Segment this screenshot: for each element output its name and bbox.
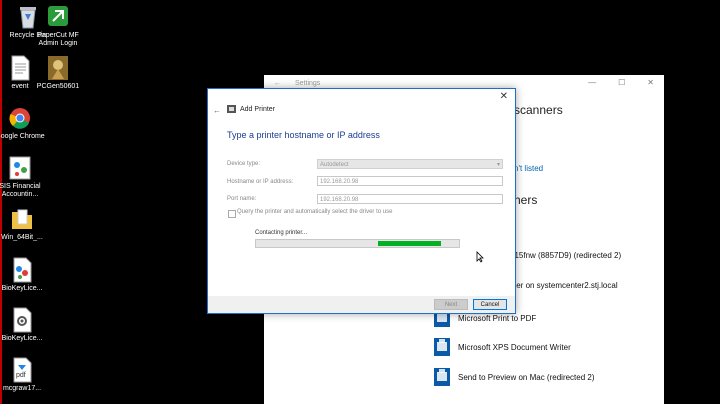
status-text: Contacting printer... bbox=[255, 230, 308, 236]
close-icon[interactable]: ✕ bbox=[647, 78, 654, 87]
query-printer-checkbox[interactable] bbox=[228, 210, 236, 218]
mouse-cursor-icon bbox=[476, 251, 484, 265]
desktop-icon-papercut[interactable]: PaperCut MF Admin Login bbox=[30, 4, 86, 48]
progress-bar bbox=[255, 239, 460, 248]
device-type-value: Autodetect bbox=[320, 162, 349, 168]
maximize-icon[interactable]: ☐ bbox=[618, 78, 625, 87]
dialog-header: Add Printer bbox=[227, 105, 275, 113]
printer-name: Send to Preview on Mac (redirected 2) bbox=[458, 372, 595, 382]
cancel-button[interactable]: Cancel bbox=[473, 299, 507, 310]
printer-name: Microsoft Print to PDF bbox=[458, 313, 537, 323]
printer-icon bbox=[227, 105, 236, 113]
desktop-icon-label: mcgraw17... bbox=[2, 385, 42, 392]
heading-printers-scanners: scanners bbox=[514, 103, 563, 117]
progress-fill bbox=[377, 241, 441, 246]
printer-icon bbox=[434, 338, 450, 356]
window-controls: — ☐ ✕ bbox=[588, 78, 654, 87]
port-name-input[interactable]: 192.168.20.98 bbox=[317, 194, 503, 204]
printer-name: 415fnw (8857D9) (redirected 2) bbox=[510, 251, 622, 260]
text-file-icon bbox=[8, 55, 32, 81]
close-icon[interactable]: ✕ bbox=[500, 91, 508, 102]
heading-printers: hers bbox=[514, 193, 538, 207]
printer-item[interactable]: pier on systemcenter2.stj.local bbox=[510, 281, 618, 290]
device-type-select[interactable]: Autodetect ▾ bbox=[317, 159, 503, 169]
desktop-icon-sis[interactable]: SIS Financial Accountin... bbox=[0, 155, 48, 199]
desktop-icon-label: BioKeyLice... bbox=[1, 335, 43, 342]
desktop-icon-label: PaperCut MF Admin Login bbox=[37, 32, 79, 47]
query-printer-label: Query the printer and automatically sele… bbox=[237, 209, 393, 215]
svg-text:pdf: pdf bbox=[16, 372, 26, 379]
device-type-label: Device type: bbox=[227, 161, 261, 167]
dialog-title: Add Printer bbox=[240, 105, 276, 113]
minimize-icon[interactable]: — bbox=[588, 78, 596, 87]
next-button[interactable]: Next bbox=[434, 299, 468, 310]
add-printer-dialog: ✕ ← Add Printer Type a printer hostname … bbox=[207, 88, 516, 314]
pcgen-icon bbox=[46, 55, 70, 81]
settings-title: Settings bbox=[295, 79, 321, 87]
biokey-icon bbox=[10, 257, 34, 283]
chevron-down-icon: ▾ bbox=[496, 162, 500, 168]
desktop-icon-mcgraw[interactable]: pdf mcgraw17... bbox=[0, 357, 50, 393]
printer-name: pier on systemcenter2.stj.local bbox=[510, 281, 618, 290]
papercut-icon bbox=[46, 4, 70, 30]
back-arrow-icon[interactable]: ← bbox=[274, 80, 281, 87]
printer-icon bbox=[434, 368, 450, 386]
port-name-label: Port name: bbox=[227, 196, 257, 202]
dialog-heading: Type a printer hostname or IP address bbox=[227, 130, 380, 140]
folder-icon bbox=[10, 206, 34, 232]
printer-item[interactable]: 415fnw (8857D9) (redirected 2) bbox=[510, 251, 621, 260]
chrome-icon bbox=[8, 105, 32, 131]
back-arrow-icon[interactable]: ← bbox=[213, 106, 221, 115]
hostname-label: Hostname or IP address: bbox=[227, 179, 294, 185]
desktop-icon-win64[interactable]: Win_64Bit_... bbox=[0, 206, 50, 242]
desktop-icon-chrome[interactable]: Google Chrome bbox=[0, 105, 48, 141]
desktop-icon-label: Win_64Bit_... bbox=[1, 234, 43, 241]
desktop-icon-label: SIS Financial Accountin... bbox=[0, 183, 41, 198]
dialog-footer bbox=[208, 296, 515, 313]
sis-icon bbox=[8, 155, 32, 181]
desktop-icon-label: BioKeyLice... bbox=[1, 285, 43, 292]
printer-name: Microsoft XPS Document Writer bbox=[458, 342, 571, 352]
printer-item[interactable]: Microsoft XPS Document Writer bbox=[434, 338, 571, 356]
printer-item[interactable]: Send to Preview on Mac (redirected 2) bbox=[434, 368, 595, 386]
desktop-icon-biokey-1[interactable]: BioKeyLice... bbox=[0, 257, 50, 293]
hostname-input[interactable]: 192.168.20.98 bbox=[317, 176, 503, 186]
settings-file-icon bbox=[10, 307, 34, 333]
desktop-icon-label: Google Chrome bbox=[0, 133, 45, 140]
desktop-icon-pcgen[interactable]: PCGen50601 bbox=[30, 55, 86, 91]
pdf-file-icon: pdf bbox=[10, 357, 34, 383]
desktop-icon-biokey-2[interactable]: BioKeyLice... bbox=[0, 307, 50, 343]
desktop-icon-label: PCGen50601 bbox=[36, 83, 80, 90]
